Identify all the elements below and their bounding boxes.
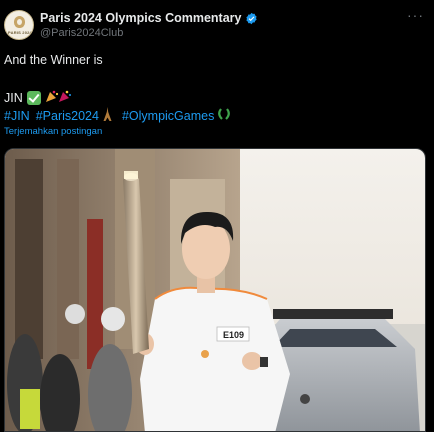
verified-badge-icon[interactable] <box>245 12 258 25</box>
tweet-text-line-2: JIN <box>4 89 71 106</box>
handle[interactable]: @Paris2024Club <box>40 27 123 39</box>
more-options-icon[interactable]: ··· <box>407 8 424 22</box>
photo-torch-bearer: E109 <box>5 149 425 431</box>
avatar-logo-text: PARIS 2024 <box>8 30 32 35</box>
translate-post-link[interactable]: Terjemahkan postingan <box>4 126 102 137</box>
tweet-photo[interactable]: E109 <box>4 148 426 432</box>
tweet-text-jin: JIN <box>4 90 23 105</box>
name-row: Paris 2024 Olympics Commentary <box>40 11 258 25</box>
party-popper-emoji-icon <box>45 89 71 106</box>
tweet-header: PARIS 2024 Paris 2024 Olympics Commentar… <box>4 8 430 44</box>
laurel-wreath-emoji-icon <box>217 107 231 124</box>
display-name[interactable]: Paris 2024 Olympics Commentary <box>40 11 242 25</box>
tweet-text-line-1: And the Winner is <box>4 53 103 67</box>
avatar[interactable]: PARIS 2024 <box>4 10 34 40</box>
olympic-flame-logo <box>14 16 25 28</box>
hashtag-jin[interactable]: #JIN <box>4 109 30 123</box>
bib-number: E109 <box>223 330 244 340</box>
check-mark-emoji-icon <box>26 90 41 105</box>
hashtag-paris2024[interactable]: #Paris2024 <box>36 109 99 123</box>
hashtag-line: #JIN #Paris2024 #OlympicGames <box>4 107 231 124</box>
eiffel-tower-emoji-icon <box>103 107 112 124</box>
hashtag-olympicgames[interactable]: #OlympicGames <box>122 109 214 123</box>
